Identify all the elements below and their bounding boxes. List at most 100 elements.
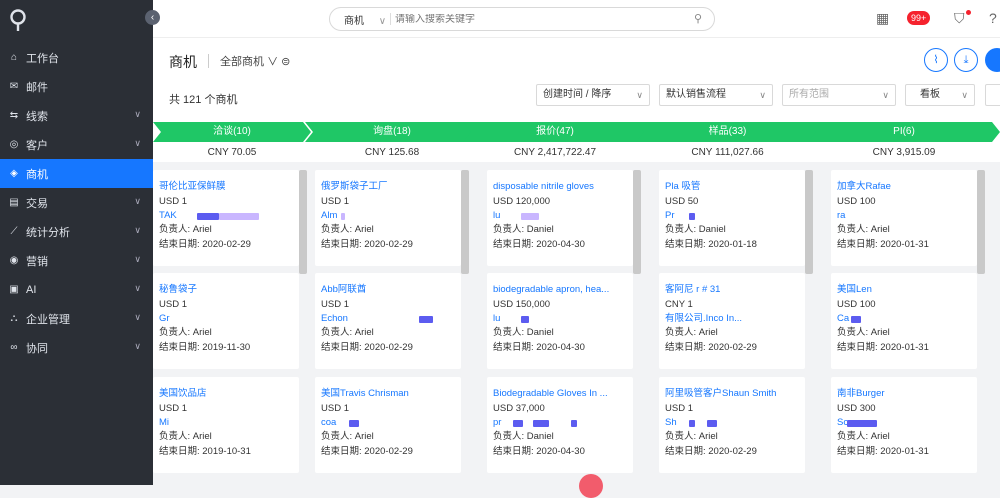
chevron-left-icon[interactable]: ‹ (145, 10, 160, 25)
opportunity-name[interactable]: 南非Burger (837, 387, 971, 402)
contact-link[interactable]: coa (321, 416, 455, 430)
opportunity-name[interactable]: 美国Travis Chrisman (321, 387, 455, 402)
sidebar-item-0[interactable]: ⌂ 工作台 (0, 43, 153, 72)
stage-4[interactable]: PI(6) CNY 3,915.09 (808, 122, 1000, 162)
end-date-text: 结束日期: 2020-02-29 (159, 238, 251, 250)
help-icon[interactable]: ? (989, 10, 997, 26)
contact-link[interactable]: Echon (321, 312, 455, 326)
search-input[interactable] (395, 13, 675, 25)
opportunity-name[interactable]: 阿里吸管客户Shaun Smith (665, 387, 799, 402)
calendar-icon[interactable]: ▦ (876, 10, 889, 27)
sidebar-item-9[interactable]: ⛬ 企业管理 ∨ (0, 304, 153, 333)
sidebar-item-10[interactable]: ∞ 协同 ∨ (0, 333, 153, 362)
contact-link[interactable]: Scr (837, 416, 971, 430)
column-scrollbar[interactable] (805, 170, 813, 274)
opportunity-amount: USD 1 (321, 402, 349, 414)
stage-0[interactable]: 洽谈(10) CNY 70.05 (153, 122, 311, 162)
sidebar-item-8[interactable]: ▣ AI ∨ (0, 275, 153, 304)
sidebar-item-3[interactable]: ◎ 客户 ∨ (0, 130, 153, 159)
opportunity-card[interactable]: 哥伦比亚保鲜膜 USD 1 TAK 负责人: Ariel 结束日期: 2020-02-2… (153, 170, 299, 266)
notification-badge[interactable]: 99+ (907, 11, 931, 25)
contact-link[interactable]: ra (837, 209, 971, 223)
opportunity-card[interactable]: 秘鲁袋子 USD 1 Gr 负责人: Ariel 结束日期: 2019-11-30 (153, 273, 299, 369)
opportunity-name[interactable]: disposable nitrile gloves (493, 180, 627, 195)
stage-amount: CNY 70.05 (207, 147, 257, 158)
column-scrollbar[interactable] (299, 170, 307, 274)
sidebar-item-4[interactable]: ◈ 商机 (0, 159, 153, 188)
column-scrollbar[interactable] (461, 170, 469, 274)
column-scrollbar[interactable] (977, 170, 985, 274)
sidebar-item-6[interactable]: ⟋ 统计分析 ∨ (0, 217, 153, 246)
view-select[interactable]: 看板 ∨ (905, 84, 975, 106)
opportunity-name[interactable]: 哥伦比亚保鲜膜 (159, 180, 293, 195)
contact-link[interactable]: Gr (159, 312, 293, 326)
opportunity-name[interactable]: 美国饮品店 (159, 387, 293, 402)
chevron-down-icon: ∨ (636, 90, 643, 100)
end-date-text: 结束日期: 2020-01-31 (837, 341, 929, 353)
floating-action-button[interactable] (579, 474, 603, 498)
contact-link[interactable]: Sh (665, 416, 799, 430)
add-button[interactable] (985, 48, 1000, 72)
contact-link[interactable]: 有限公司.Inco In... (665, 312, 799, 326)
column-scrollbar[interactable] (633, 170, 641, 274)
sidebar-item-2[interactable]: ⇆ 线索 ∨ (0, 101, 153, 130)
opportunity-name[interactable]: 秘鲁袋子 (159, 283, 293, 298)
contact-link[interactable]: TAK (159, 209, 293, 223)
opportunity-name[interactable]: Abb阿联酋 (321, 283, 455, 298)
opportunity-card[interactable]: disposable nitrile gloves USD 120,000 lu 负责… (487, 170, 633, 266)
global-search[interactable]: 商机 ∨ ⚲ (329, 7, 715, 31)
sidebar-item-1[interactable]: ✉ 邮件 (0, 72, 153, 101)
chevron-down-icon: ∨ (134, 254, 141, 264)
opportunity-amount: USD 37,000 (493, 402, 545, 414)
opportunity-card[interactable]: 阿里吸管客户Shaun Smith USD 1 Sh 负责人: Ariel 结束日期: … (659, 377, 805, 473)
stage-2[interactable]: 报价(47) CNY 2,417,722.47 (463, 122, 647, 162)
opportunity-card[interactable]: 俄罗斯袋子工厂 USD 1 Alm 负责人: Ariel 结束日期: 2020-02-2… (315, 170, 461, 266)
opportunity-name[interactable]: Pla 吸管 (665, 180, 799, 195)
contact-link[interactable]: Ca (837, 312, 971, 326)
opportunity-card[interactable]: 客阿尼 r # 31 CNY 1 有限公司.Inco In... 负责人: Ariel… (659, 273, 805, 369)
search-icon[interactable]: ⚲ (694, 12, 702, 25)
contact-link[interactable]: pr (493, 416, 627, 430)
alert-dot (966, 10, 971, 15)
opportunity-name[interactable]: 客阿尼 r # 31 (665, 283, 799, 298)
shield-icon[interactable]: ⛉ (954, 10, 965, 27)
opportunity-card[interactable]: Biodegradable Gloves In ... USD 37,000 pr 负… (487, 377, 633, 473)
sidebar-item-label: 统计分析 (26, 226, 70, 239)
search-scope-select[interactable]: 商机 ∨ (330, 12, 390, 27)
contact-link[interactable]: Mi (159, 416, 293, 430)
contact-link[interactable]: Alm (321, 209, 455, 223)
stage-3[interactable]: 样品(33) CNY 111,027.66 (636, 122, 819, 162)
chart-icon[interactable]: ⌇ (924, 48, 948, 72)
more-button[interactable] (985, 84, 1000, 106)
app-logo-icon[interactable] (8, 8, 28, 34)
opportunity-card[interactable]: biodegradable apron, hea... USD 150,000 lu… (487, 273, 633, 369)
contact-link[interactable]: lu (493, 312, 627, 326)
opportunity-name[interactable]: Biodegradable Gloves In ... (493, 387, 627, 402)
chevron-down-icon: ∨ (134, 196, 141, 206)
layers-icon[interactable]: ⊜ (281, 56, 290, 68)
sidebar-item-7[interactable]: ◉ 营销 ∨ (0, 246, 153, 275)
opportunity-amount: USD 1 (321, 298, 349, 310)
customer-icon: ◎ (9, 138, 19, 150)
stage-1[interactable]: 询盘(18) CNY 125.68 (305, 122, 479, 162)
filter-dropdown[interactable]: 全部商机 ∨ ⊜ (220, 53, 290, 69)
opportunity-card[interactable]: Abb阿联酋 USD 1 Echon 负责人: Ariel 结束日期: 2020-02-… (315, 273, 461, 369)
stage-label: 洽谈(10) (153, 122, 311, 142)
opportunity-name[interactable]: 加拿大Rafae (837, 180, 971, 195)
opportunity-card[interactable]: 美国饮品店 USD 1 Mi 负责人: Ariel 结束日期: 2019-10-31 (153, 377, 299, 473)
opportunity-card[interactable]: 加拿大Rafae USD 100 ra 负责人: Ariel 结束日期: 2020-01… (831, 170, 977, 266)
opportunity-card[interactable]: 美国Travis Chrisman USD 1 coa 负责人: Ariel 结束日期:… (315, 377, 461, 473)
sort-select[interactable]: 创建时间 / 降序 ∨ (536, 84, 650, 106)
download-icon[interactable]: ⤓ (954, 48, 978, 72)
opportunity-name[interactable]: 美国Len (837, 283, 971, 298)
scope-select[interactable]: 所有范围 ∨ (782, 84, 896, 106)
opportunity-name[interactable]: 俄罗斯袋子工厂 (321, 180, 455, 195)
opportunity-card[interactable]: Pla 吸管 USD 50 Pr 负责人: Daniel 结束日期: 2020-01-1… (659, 170, 805, 266)
contact-link[interactable]: Pr (665, 209, 799, 223)
contact-link[interactable]: lu (493, 209, 627, 223)
process-select[interactable]: 默认销售流程 ∨ (659, 84, 773, 106)
opportunity-name[interactable]: biodegradable apron, hea... (493, 283, 627, 298)
opportunity-card[interactable]: 美国Len USD 100 Ca 负责人: Ariel 结束日期: 2020-01-31 (831, 273, 977, 369)
sidebar-item-5[interactable]: ▤ 交易 ∨ (0, 188, 153, 217)
opportunity-card[interactable]: 南非Burger USD 300 Scr 负责人: Ariel 结束日期: 2020-0… (831, 377, 977, 473)
